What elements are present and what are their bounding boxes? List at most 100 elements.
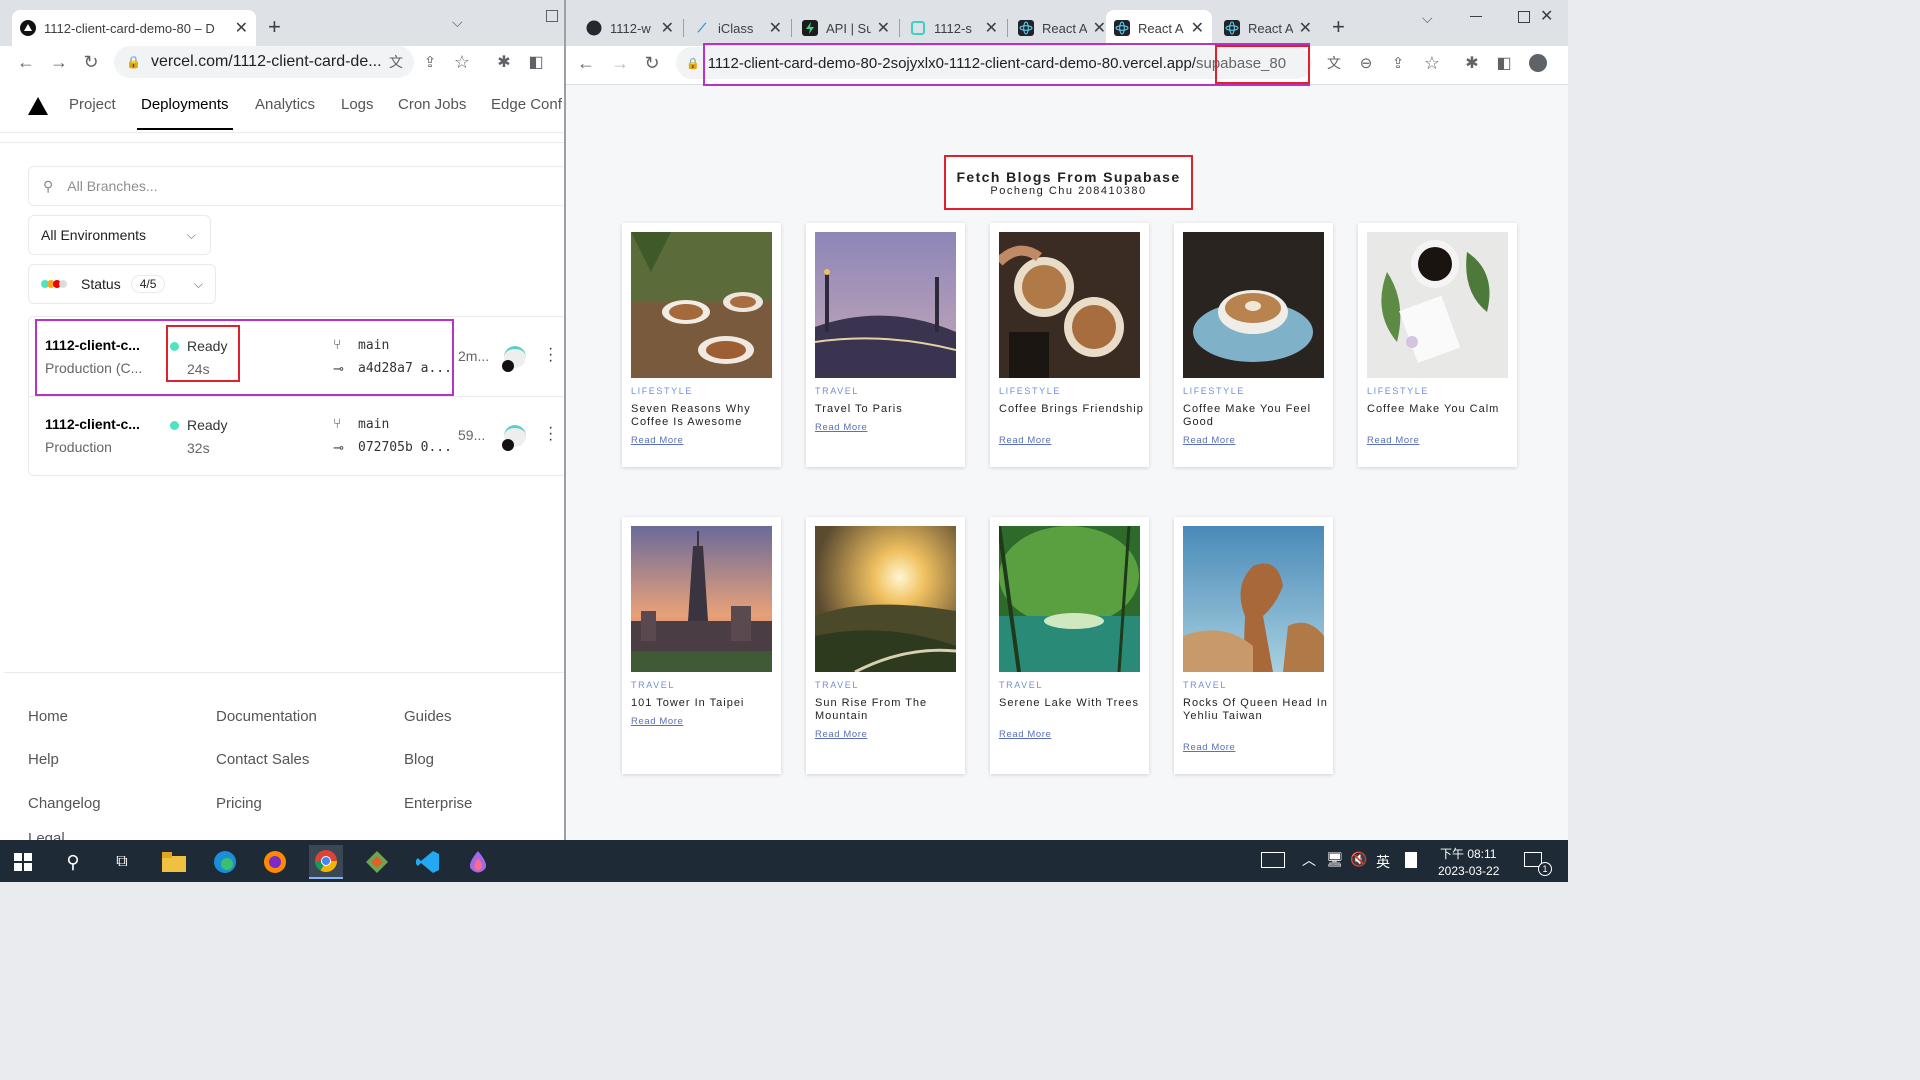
read-more-link[interactable]: Read More [631,716,683,727]
nav-edge-config[interactable]: Edge Conf [491,96,562,113]
translate-icon[interactable]: 文 [382,48,410,76]
vercel-logo-icon[interactable] [28,97,48,120]
branch-search-input[interactable]: ⚲ All Branches... [28,166,564,206]
blog-card[interactable]: TRAVEL 101 Tower In Taipei Read More [622,517,781,774]
read-more-link[interactable]: Read More [1183,742,1235,753]
side-panel-icon[interactable]: ◧ [522,48,550,76]
footer-link-guides[interactable]: Guides [404,708,452,725]
new-tab-button[interactable]: + [1332,14,1345,40]
window-restore-icon[interactable] [546,10,558,22]
footer-link-documentation[interactable]: Documentation [216,708,317,725]
clock-time[interactable]: 下午 08:11 [1440,845,1496,862]
network-icon[interactable]: 🖥 [1326,851,1344,868]
new-tab-button[interactable]: + [268,14,281,40]
deployment-row[interactable]: 1112-client-c... Production Ready 32s ⑂ … [28,397,564,475]
keyboard-icon[interactable] [1261,852,1285,868]
footer-link-blog[interactable]: Blog [404,751,434,768]
close-tab-icon[interactable]: ✕ [661,18,674,38]
drop-app-icon[interactable] [461,845,495,879]
task-view-icon[interactable]: ⧉ [105,845,139,879]
left-address-bar[interactable]: 🔒 vercel.com/1112-client-card-de... [114,46,414,78]
deployment-branch[interactable]: main [358,417,389,432]
close-tab-icon[interactable]: ✕ [1191,18,1204,38]
translate-icon[interactable]: 文 [1320,49,1348,77]
zoom-icon[interactable]: ⊖ [1352,49,1380,77]
browser-tab-active[interactable]: React A ✕ [1106,10,1212,46]
clock-date[interactable]: 2023-03-22 [1438,864,1499,878]
browser-tab[interactable]: 1112-w ✕ [578,10,682,46]
reload-icon[interactable]: ↻ [77,48,105,76]
browser-tab[interactable]: 1112-s ✕ [902,10,1006,46]
close-window-icon[interactable]: ✕ [1540,6,1553,26]
share-icon[interactable]: ⇪ [416,48,444,76]
close-tab-icon[interactable]: ✕ [985,18,998,38]
edge-browser-icon[interactable] [208,845,242,879]
footer-link-pricing[interactable]: Pricing [216,795,262,812]
vscode-icon[interactable] [411,845,445,879]
tab-search-icon[interactable]: ⌵ [452,14,463,31]
bookmark-star-icon[interactable]: ☆ [448,48,476,76]
read-more-link[interactable]: Read More [631,435,683,446]
deployment-name[interactable]: 1112-client-c... [45,416,140,432]
nav-cron-jobs[interactable]: Cron Jobs [398,96,466,113]
reload-icon[interactable]: ↻ [638,49,666,77]
browser-tab[interactable]: React A ✕ [1216,10,1320,46]
bookmark-star-icon[interactable]: ☆ [1418,49,1446,77]
blog-card[interactable]: TRAVEL Travel To Paris Read More [806,223,965,467]
more-options-icon[interactable]: · · · [548,341,553,369]
close-tab-icon[interactable]: ✕ [235,18,248,38]
nav-deployments[interactable]: Deployments [141,96,229,113]
footer-link-help[interactable]: Help [28,751,59,768]
search-icon[interactable]: ⚲ [56,845,90,879]
status-filter[interactable]: Status 4/5 ⌵ [28,264,216,304]
read-more-link[interactable]: Read More [815,729,867,740]
forward-icon[interactable]: → [606,49,634,77]
nav-analytics[interactable]: Analytics [255,96,315,113]
file-explorer-icon[interactable] [157,845,191,879]
footer-link-home[interactable]: Home [28,708,68,725]
blog-card[interactable]: LIFESTYLE Coffee Make You Calm Read More [1358,223,1517,467]
footer-link-changelog[interactable]: Changelog [28,795,101,812]
maximize-window-icon[interactable] [1518,11,1530,23]
browser-tab[interactable]: ⟋ iClass ✕ [686,10,790,46]
minimize-window-icon[interactable] [1470,16,1482,17]
profile-avatar-icon[interactable] [1524,49,1552,77]
extensions-icon[interactable]: ✱ [1458,49,1486,77]
volume-muted-icon[interactable]: 🔇 [1350,851,1367,868]
more-options-icon[interactable]: · · · [548,420,553,448]
close-tab-icon[interactable]: ✕ [877,18,890,38]
back-icon[interactable]: ← [572,49,600,77]
nav-project[interactable]: Project [69,96,116,113]
blog-card[interactable]: TRAVEL Rocks Of Queen Head In Yehliu Tai… [1174,517,1333,774]
share-icon[interactable]: ⇪ [1384,49,1412,77]
browser-tab[interactable]: React A ✕ [1010,10,1114,46]
blog-card[interactable]: TRAVEL Serene Lake With Trees Read More [990,517,1149,774]
ime-pad-icon[interactable] [1405,852,1417,868]
windows-start-icon[interactable] [6,845,40,879]
close-tab-icon[interactable]: ✕ [769,18,782,38]
footer-link-legal[interactable]: Legal [28,830,65,840]
browser-tab[interactable]: API | Su ✕ [794,10,898,46]
read-more-link[interactable]: Read More [999,435,1051,446]
footer-link-contact-sales[interactable]: Contact Sales [216,751,309,768]
blog-card[interactable]: LIFESTYLE Coffee Make You Feel Good Read… [1174,223,1333,467]
side-panel-icon[interactable]: ◧ [1490,49,1518,77]
tab-search-icon[interactable]: ⌵ [1422,10,1433,27]
left-active-tab[interactable]: 1112-client-card-demo-80 – D ✕ [12,10,256,46]
ime-indicator[interactable]: 英 [1376,852,1390,872]
blog-card[interactable]: LIFESTYLE Seven Reasons Why Coffee Is Aw… [622,223,781,467]
environments-select[interactable]: All Environments ⌵ [28,215,211,255]
blog-card[interactable]: LIFESTYLE Coffee Brings Friendship Read … [990,223,1149,467]
back-icon[interactable]: ← [12,48,40,76]
chrome-icon[interactable] [309,845,343,879]
tray-chevron-up-icon[interactable]: ︿ [1302,850,1316,870]
read-more-link[interactable]: Read More [999,729,1051,740]
forward-icon[interactable]: → [45,48,73,76]
git-client-icon[interactable] [360,845,394,879]
deployment-commit[interactable]: 072705b 0... [358,440,452,455]
close-tab-icon[interactable]: ✕ [1093,18,1106,38]
blog-card[interactable]: TRAVEL Sun Rise From The Mountain Read M… [806,517,965,774]
read-more-link[interactable]: Read More [1367,435,1419,446]
nav-logs[interactable]: Logs [341,96,374,113]
footer-link-enterprise[interactable]: Enterprise [404,795,472,812]
